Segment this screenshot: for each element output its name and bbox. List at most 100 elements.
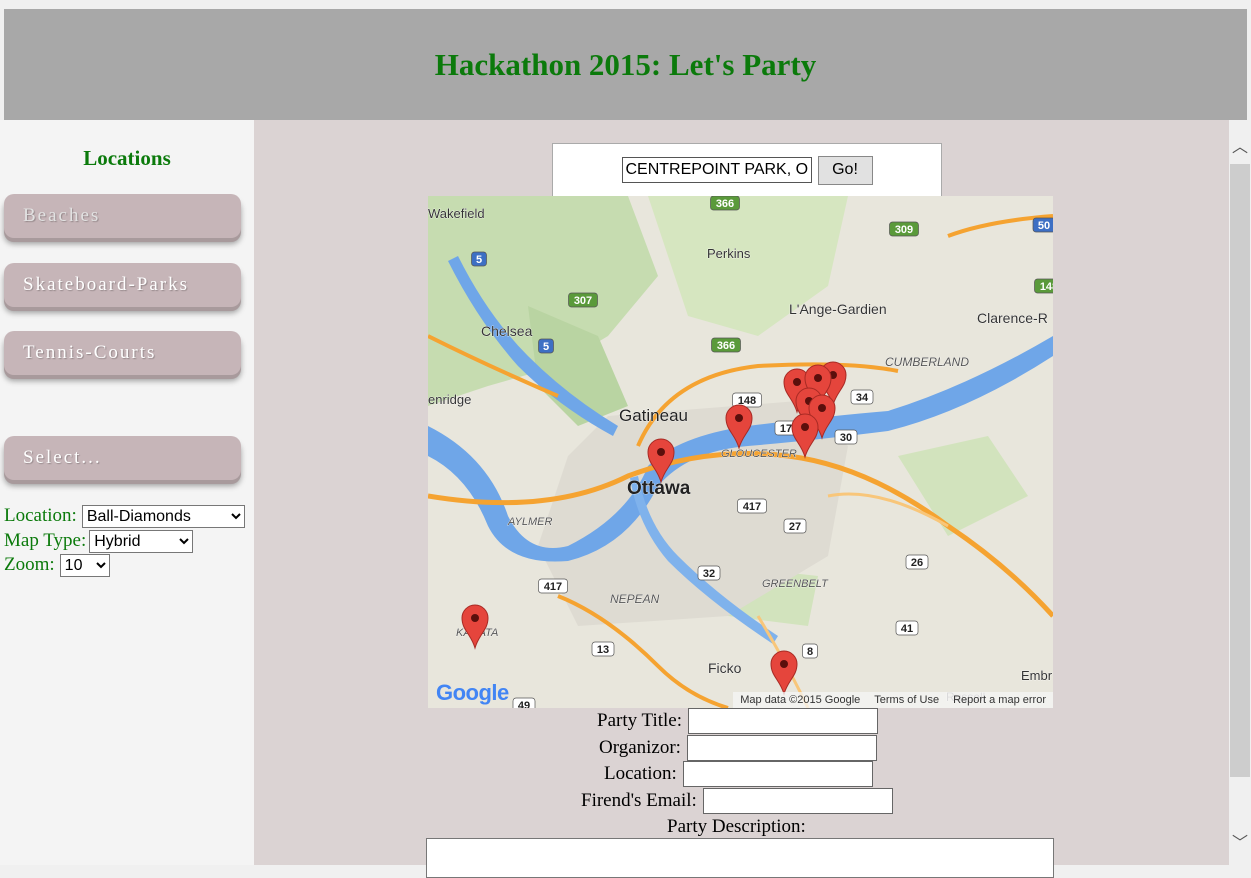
beaches-button[interactable]: Beaches: [4, 194, 241, 238]
page-header: Hackathon 2015: Let's Party: [4, 9, 1247, 120]
location-control: Location: Ball-Diamonds: [4, 504, 245, 528]
route-shield-label: 5: [476, 254, 482, 266]
route-shield-label: 366: [716, 198, 734, 210]
place-label-perkins: Perkins: [707, 246, 751, 261]
route-shield-label: 34: [856, 392, 869, 404]
address-search-input[interactable]: [621, 157, 812, 183]
go-button[interactable]: Go!: [817, 155, 873, 185]
map-type-control: Map Type: Hybrid: [4, 529, 194, 553]
organizer-input[interactable]: [686, 735, 877, 761]
place-label-ange-gardien: L'Ange-Gardien: [789, 301, 887, 317]
route-shield-label: 309: [895, 224, 913, 236]
search-bar: Go!: [552, 143, 942, 197]
party-title-row: Party Title:: [597, 708, 878, 734]
route-shield: 26: [905, 554, 929, 570]
tennis-courts-button[interactable]: Tennis-Courts: [4, 331, 241, 375]
route-shield: 307: [568, 292, 598, 308]
route-shield: 27: [783, 518, 807, 534]
sidebar-title: Locations: [83, 146, 171, 170]
zoom-control: Zoom: 10: [4, 553, 110, 577]
route-shield: 49: [512, 697, 536, 708]
place-label-aylmer: AYLMER: [507, 516, 552, 528]
location-label: Location:: [4, 505, 77, 526]
place-label-enridge: enridge: [428, 392, 471, 407]
scroll-thumb[interactable]: [1230, 164, 1250, 777]
route-shield-label: 307: [574, 295, 592, 307]
route-shield-label: 32: [703, 568, 715, 580]
party-title-label: Party Title:: [597, 710, 682, 731]
place-label-chelsea: Chelsea: [481, 323, 533, 339]
route-shield-label: 148: [1040, 281, 1053, 293]
form-location-label: Location:: [604, 763, 677, 784]
route-shield: 32: [697, 565, 721, 581]
route-shield: 309: [889, 221, 919, 237]
terms-of-use-link[interactable]: Terms of Use: [867, 694, 946, 706]
email-label: Firend's Email:: [581, 790, 697, 811]
route-shield: 366: [710, 196, 740, 211]
scroll-down-icon[interactable]: ﹀: [1229, 832, 1251, 854]
route-shield-label: 50: [1038, 220, 1050, 232]
route-shield-label: 27: [789, 521, 801, 533]
form-location-input[interactable]: [682, 761, 873, 787]
route-shield: 13: [591, 641, 615, 657]
place-label-ottawa: Ottawa: [627, 478, 691, 499]
description-label: Party Description:: [667, 816, 806, 837]
route-shield: 5: [471, 251, 487, 267]
location-row: Location:: [604, 761, 873, 787]
place-label-greenbelt: GREENBELT: [762, 578, 829, 590]
route-shield: 417: [538, 578, 568, 594]
route-shield-label: 17: [780, 423, 792, 435]
sidebar: Locations Beaches Skateboard-Parks Tenni…: [0, 120, 254, 865]
page-scrollbar[interactable]: ︿ ﹀: [1229, 120, 1251, 865]
route-shield: 417: [737, 498, 767, 514]
route-shield: 34: [850, 389, 874, 405]
route-shield-label: 366: [717, 340, 735, 352]
route-shield-label: 41: [901, 623, 913, 635]
route-shield: 30: [834, 429, 858, 445]
place-label-cumberland: CUMBERLAND: [885, 355, 969, 369]
map-view[interactable]: 3663095053071485366148341730417272632417…: [428, 196, 1053, 708]
map-type-select[interactable]: Hybrid: [89, 529, 194, 553]
route-shield-label: 30: [840, 432, 852, 444]
route-shield-label: 49: [518, 700, 530, 708]
route-shield: 50: [1032, 217, 1053, 233]
map-canvas[interactable]: 3663095053071485366148341730417272632417…: [428, 196, 1053, 708]
place-label-nepean: NEPEAN: [610, 592, 660, 606]
select-button[interactable]: Select...: [4, 436, 241, 480]
page-title: Hackathon 2015: Let's Party: [434, 46, 817, 82]
route-shield: 148: [1034, 278, 1053, 294]
route-shield-label: 5: [543, 341, 549, 353]
place-label-gatineau: Gatineau: [619, 406, 688, 425]
route-shield-label: 417: [743, 501, 761, 513]
google-logo: Google: [436, 680, 509, 706]
location-select[interactable]: Ball-Diamonds: [81, 504, 245, 528]
place-label-wakefield: Wakefield: [428, 206, 485, 221]
route-shield: 5: [538, 338, 554, 354]
party-title-input[interactable]: [688, 708, 878, 734]
zoom-select[interactable]: 10: [59, 553, 110, 577]
email-row: Firend's Email:: [581, 788, 893, 814]
report-map-error-link[interactable]: Report a map error: [946, 694, 1053, 706]
friend-email-input[interactable]: [702, 788, 893, 814]
place-label-clarence: Clarence-R: [977, 310, 1048, 326]
description-textarea[interactable]: [426, 838, 1054, 878]
skateboard-parks-button[interactable]: Skateboard-Parks: [4, 263, 241, 307]
google-logo-text: Google: [436, 680, 509, 705]
map-data-text: Map data ©2015 Google: [740, 694, 861, 706]
route-shield-label: 8: [807, 646, 813, 658]
route-shield-label: 417: [544, 581, 562, 593]
scroll-up-icon[interactable]: ︿: [1229, 136, 1251, 158]
route-shield: 41: [895, 620, 919, 636]
map-type-label: Map Type:: [4, 530, 87, 551]
organizer-label: Organizor:: [599, 737, 681, 758]
route-shield: 8: [802, 643, 818, 659]
place-label-gloucester: GLOUCESTER: [721, 448, 797, 460]
place-label-ficko: Ficko: [708, 660, 742, 676]
place-label-embr: Embr: [1021, 668, 1053, 683]
route-shield-label: 13: [597, 644, 609, 656]
route-shield-label: 26: [911, 557, 923, 569]
main-content: Go! 366 309 50 5 307 148 5: [254, 120, 1229, 878]
zoom-label: Zoom:: [4, 554, 55, 575]
map-footer: Map data ©2015 Google Terms of Use Repor…: [733, 692, 1053, 708]
route-shield: 366: [711, 337, 741, 353]
